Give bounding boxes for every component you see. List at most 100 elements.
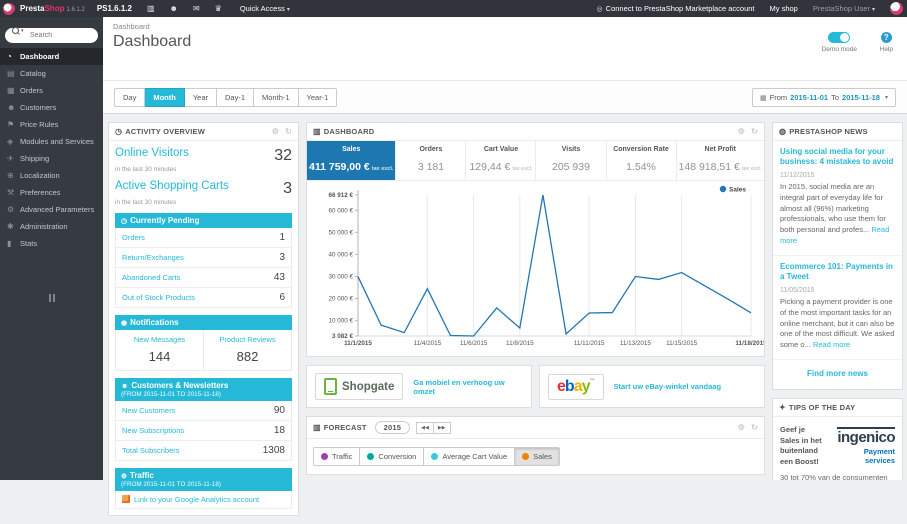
range-button-day-1[interactable]: Day-1 bbox=[217, 88, 255, 107]
range-button-year-1[interactable]: Year-1 bbox=[298, 88, 338, 107]
sidebar-item-administration[interactable]: ✱ Administration bbox=[0, 218, 103, 235]
shopgate-link[interactable]: Ga mobiel en verhoog uw omzet bbox=[413, 378, 523, 396]
sidebar-item-shipping[interactable]: ✈ Shipping bbox=[0, 150, 103, 167]
forecast-legend-traffic[interactable]: Traffic bbox=[313, 447, 361, 466]
kpi-suffix: tax excl. bbox=[371, 166, 394, 172]
kpi-tab-orders[interactable]: Orders 3 181 bbox=[396, 141, 467, 180]
gear-icon[interactable]: ⚙ bbox=[738, 423, 745, 432]
pending-link-orders[interactable]: Orders bbox=[122, 233, 145, 242]
sidebar-item-catalog[interactable]: ▤ Catalog bbox=[0, 65, 103, 82]
avatar[interactable] bbox=[890, 2, 903, 15]
online-visitors-link[interactable]: Online Visitors bbox=[115, 147, 189, 159]
ebay-link[interactable]: Start uw eBay-winkel vandaag bbox=[614, 382, 722, 391]
my-shop-link[interactable]: My shop bbox=[770, 4, 798, 13]
customers-link-total-subscribers[interactable]: Total Subscribers bbox=[122, 446, 180, 455]
notification-cell-new-messages[interactable]: New Messages 144 bbox=[115, 330, 204, 371]
help-control: ? Help bbox=[880, 32, 893, 53]
user-icon[interactable]: ☻ bbox=[170, 4, 178, 13]
sidebar-item-dashboard[interactable]: ◔ Dashboard bbox=[0, 48, 103, 65]
svg-text:11/13/2015: 11/13/2015 bbox=[620, 340, 652, 347]
range-button-month[interactable]: Month bbox=[145, 88, 185, 107]
active-carts-sub: in the last 30 minutes bbox=[115, 199, 177, 206]
tips-panel-header: ✦ TIPS OF THE DAY bbox=[773, 399, 902, 418]
kpi-tab-conversion-rate[interactable]: Conversion Rate 1.54% bbox=[607, 141, 677, 180]
notification-cell-product-reviews[interactable]: Product Reviews 882 bbox=[204, 330, 292, 371]
cart-icon[interactable]: ▥ bbox=[147, 4, 155, 13]
sidebar-item-label: Localization bbox=[20, 171, 60, 180]
kpi-tab-sales[interactable]: Sales 411 759,00 € tax excl. bbox=[307, 141, 397, 180]
trophy-icon[interactable]: ♛ bbox=[215, 4, 222, 13]
google-analytics-link[interactable]: Link to your Google Analytics account bbox=[122, 495, 259, 504]
range-button-month-1[interactable]: Month-1 bbox=[254, 88, 299, 107]
sidebar-item-preferences[interactable]: ⚒ Preferences bbox=[0, 184, 103, 201]
help-icon[interactable]: ? bbox=[880, 32, 892, 43]
chevron-down-icon: ▾ bbox=[884, 95, 888, 101]
sidebar-item-advanced-parameters[interactable]: ⚙ Advanced Parameters bbox=[0, 201, 103, 218]
collapse-sidebar-icon[interactable] bbox=[0, 294, 103, 302]
svg-text:11/6/2015: 11/6/2015 bbox=[460, 340, 488, 347]
sidebar-item-stats[interactable]: ▮ Stats bbox=[0, 235, 103, 252]
customers-link-new-subscriptions[interactable]: New Subscriptions bbox=[122, 426, 184, 435]
notification-value: 882 bbox=[236, 349, 259, 364]
cart-icon: ▥ bbox=[313, 127, 321, 136]
pending-link-return-exchanges[interactable]: Return/Exchanges bbox=[122, 253, 184, 262]
gear-icon[interactable]: ⚙ bbox=[738, 127, 745, 136]
svg-text:11/4/2015: 11/4/2015 bbox=[414, 340, 442, 347]
cart-icon: ▥ bbox=[313, 423, 321, 432]
kpi-value: 3 181 bbox=[417, 161, 445, 173]
previous-year-button[interactable]: ◀◀ bbox=[416, 421, 434, 434]
active-carts-value: 3 bbox=[283, 180, 292, 197]
kpi-tab-cart-value[interactable]: Cart Value 129,44 € tax excl. bbox=[466, 141, 537, 180]
pending-link-abandoned-carts[interactable]: Abandoned Carts bbox=[122, 273, 180, 282]
kpi-value: 129,44 € tax excl. bbox=[469, 161, 533, 173]
demo-mode-toggle[interactable] bbox=[828, 32, 851, 43]
forecast-legend-conversion[interactable]: Conversion bbox=[360, 447, 425, 466]
next-year-button[interactable]: ▶▶ bbox=[433, 421, 451, 434]
panel-actions: ⚙ ↻ bbox=[738, 423, 758, 432]
customers-link-new-customers[interactable]: New Customers bbox=[122, 406, 175, 415]
kpi-tab-visits[interactable]: Visits 205 939 bbox=[536, 141, 607, 180]
sidebar: ▾ ◔ Dashboard ▤ Catalog ▦ Orders ☻ Customers ⚑ Pr… bbox=[0, 17, 103, 480]
user-menu[interactable]: PrestaShop User ▾ bbox=[813, 4, 875, 13]
forecast-legend-sales[interactable]: Sales bbox=[515, 447, 560, 466]
svg-text:66 912 €: 66 912 € bbox=[328, 192, 353, 199]
refresh-icon[interactable]: ↻ bbox=[285, 127, 292, 136]
sidebar-item-modules-and-services[interactable]: ◈ Modules and Services bbox=[0, 133, 103, 150]
news-article-title[interactable]: Using social media for your business: 4 … bbox=[780, 147, 895, 168]
pending-link-out-of-stock-products[interactable]: Out of Stock Products bbox=[122, 293, 195, 302]
find-more-news-link[interactable]: Find more news bbox=[773, 360, 902, 389]
refresh-icon[interactable]: ↻ bbox=[751, 127, 758, 136]
marketplace-link[interactable]: ◎ Connect to PrestaShop Marketplace accou… bbox=[597, 4, 755, 13]
tips-top: Geef je Sales in het buitenland een Boos… bbox=[773, 417, 902, 471]
gear-icon[interactable]: ⚙ bbox=[272, 127, 279, 136]
news-article: Ecommerce 101: Payments in a Tweet 11/05/… bbox=[773, 256, 902, 361]
refresh-icon[interactable]: ↻ bbox=[751, 423, 758, 432]
customers-row: New Customers 90 bbox=[115, 401, 292, 421]
quick-access-menu[interactable]: Quick Access ▾ bbox=[240, 4, 290, 13]
ingenico-logo: ingenico Payment services bbox=[830, 425, 895, 467]
news-article-title[interactable]: Ecommerce 101: Payments in a Tweet bbox=[780, 262, 895, 283]
read-more-link[interactable]: Read more bbox=[780, 225, 889, 245]
sales-line-chart: 66 912 € 60 000 € 50 000 € 40 000 € 30 000 €… bbox=[307, 181, 764, 356]
range-button-year[interactable]: Year bbox=[184, 88, 217, 107]
shopgate-logo: Shopgate bbox=[315, 373, 404, 400]
sidebar-item-customers[interactable]: ☻ Customers bbox=[0, 99, 103, 116]
forecast-panel-header: ▥ FORECAST 2015 ◀◀ ▶▶ ⚙ ↻ bbox=[307, 417, 764, 439]
kpi-label: Net Profit bbox=[704, 146, 737, 153]
lightbulb-icon: ✦ bbox=[779, 403, 786, 413]
people-icon: ☻ bbox=[121, 383, 129, 390]
sidebar-item-label: Administration bbox=[20, 222, 68, 231]
active-carts-link[interactable]: Active Shopping Carts bbox=[115, 180, 229, 192]
clock-icon: ◷ bbox=[121, 218, 128, 225]
read-more-link[interactable]: Read more bbox=[813, 340, 850, 349]
sidebar-item-price-rules[interactable]: ⚑ Price Rules bbox=[0, 116, 103, 133]
forecast-legend-average-cart-value[interactable]: Average Cart Value bbox=[424, 447, 516, 466]
mail-icon[interactable]: ✉ bbox=[193, 4, 200, 13]
range-button-day[interactable]: Day bbox=[114, 88, 146, 107]
sidebar-item-localization[interactable]: ⊕ Localization bbox=[0, 167, 103, 184]
date-range-picker[interactable]: ▦ From 2015-11-01 To 2015-11-18 ▾ bbox=[752, 88, 896, 107]
topbar: PrestaShop 1.6.1.2 PS1.6.1.2 ▥ ☻ ✉ ♛ Quick A… bbox=[0, 0, 907, 17]
panel-actions: ⚙ ↻ bbox=[738, 127, 758, 136]
sidebar-item-orders[interactable]: ▦ Orders bbox=[0, 82, 103, 99]
kpi-tab-net-profit[interactable]: Net Profit 148 918,51 € tax excl. bbox=[677, 141, 765, 180]
